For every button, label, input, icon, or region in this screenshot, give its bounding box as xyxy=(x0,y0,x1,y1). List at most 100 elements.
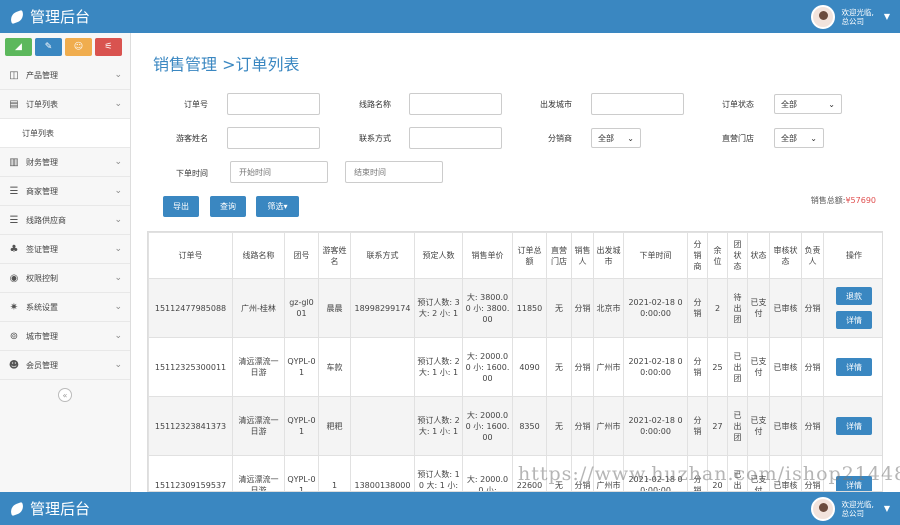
table-cell: 已审核 xyxy=(769,337,802,397)
contact-label: 联系方式 xyxy=(359,134,391,143)
sales-total: 销售总额:¥57690 xyxy=(811,195,876,206)
store-select[interactable]: 全部 ⌄ xyxy=(774,128,824,148)
chevron-down-icon: ⌄ xyxy=(114,186,122,196)
departure-city-input[interactable] xyxy=(591,93,684,115)
table-cell: 2021-02-18 00:00:00 xyxy=(623,396,688,456)
contact-input[interactable] xyxy=(409,127,502,149)
route-name-label: 线路名称 xyxy=(359,100,391,109)
end-time-input[interactable] xyxy=(345,161,443,183)
collapse-sidebar-icon[interactable]: « xyxy=(58,388,72,402)
table-cell: 11850 xyxy=(512,278,547,338)
footer-user-greeting-line1: 欢迎光临, xyxy=(841,499,874,509)
bottom-bar: 管理后台 欢迎光临, 总公司 ▼ xyxy=(0,492,900,525)
export-button[interactable]: 导出 xyxy=(163,196,199,217)
table-cell: 分销 xyxy=(801,337,824,397)
store-value: 全部 xyxy=(781,133,797,143)
select-arrow-icon: ⌄ xyxy=(810,133,817,143)
table-cell: 已支付 xyxy=(747,278,770,338)
guest-name-input[interactable] xyxy=(227,127,320,149)
sidebar-item-4[interactable]: ☰ 商家管理 ⌄ xyxy=(0,177,130,206)
caret-down-icon[interactable]: ▼ xyxy=(884,504,890,513)
table-cell: 已审核 xyxy=(769,278,802,338)
detail-button[interactable]: 详情 xyxy=(836,358,872,376)
sidebar-item-5[interactable]: ☰ 线路供应商 ⌄ xyxy=(0,206,130,235)
distributor-label: 分销商 xyxy=(548,134,572,143)
column-header: 线路名称 xyxy=(232,232,285,279)
column-header: 余位 xyxy=(707,232,728,279)
orders-table: 订单号 线路名称 团号 游客姓名 联系方式 预定人数 销售单价 订单总额 直营门店 销售人 出发城市… xyxy=(147,231,883,492)
column-header: 团号 xyxy=(284,232,319,279)
leaf-logo-icon xyxy=(8,501,26,516)
table-cell: 15112323841373 xyxy=(148,396,233,456)
distributor-select[interactable]: 全部 ⌄ xyxy=(591,128,641,148)
sidebar-item-1[interactable]: ▤ 订单列表 ⌄ xyxy=(0,90,130,119)
avatar xyxy=(811,496,836,521)
start-time-input[interactable] xyxy=(230,161,328,183)
list-icon: ☰ xyxy=(9,214,19,226)
user-greeting-line2: 总公司 xyxy=(841,16,864,26)
caret-down-icon[interactable]: ▼ xyxy=(884,12,890,21)
table-cell: 大: 3800.00 小: 3800.00 xyxy=(462,278,513,338)
detail-button[interactable]: 详情 xyxy=(836,311,872,329)
sidebar-item-7[interactable]: ◉ 权限控制 ⌄ xyxy=(0,264,130,293)
table-cell: 8350 xyxy=(512,396,547,456)
column-header: 出发城市 xyxy=(593,232,624,279)
table-cell: 无 xyxy=(546,396,572,456)
column-header: 直营门店 xyxy=(546,232,572,279)
sidebar-item-10[interactable]: ☻ 会员管理 ⌄ xyxy=(0,351,130,380)
order-status-value: 全部 xyxy=(781,99,797,109)
table-cell: 车款 xyxy=(318,337,351,397)
sidebar-item-label: 线路供应商 xyxy=(26,215,66,225)
chevron-down-icon: ⌄ xyxy=(114,331,122,341)
chart-icon[interactable]: ◢ xyxy=(5,38,32,56)
table-cell: 25 xyxy=(707,337,728,397)
store-label: 直营门店 xyxy=(722,134,754,143)
table-cell: 无 xyxy=(546,278,572,338)
table-cell: 18998299174 xyxy=(350,278,415,338)
order-no-input[interactable] xyxy=(227,93,320,115)
avatar xyxy=(811,4,836,29)
table-cell: 1 xyxy=(318,455,351,491)
table-cell: 已审核 xyxy=(769,396,802,456)
sidebar-item-label: 签证管理 xyxy=(26,244,58,254)
column-header: 负责人 xyxy=(801,232,824,279)
sidebar-item-3[interactable]: ▥ 财务管理 ⌄ xyxy=(0,148,130,177)
sidebar-item-label: 会员管理 xyxy=(26,360,58,370)
table-cell: QYPL-01 xyxy=(284,396,319,456)
user-menu[interactable]: 欢迎光临, 总公司 ▼ xyxy=(811,4,890,29)
pencil-icon[interactable]: ✎ xyxy=(35,38,62,56)
chevron-down-icon: ⌄ xyxy=(114,302,122,312)
order-status-select[interactable]: 全部 ⌄ xyxy=(774,94,842,114)
chevron-down-icon: ⌄ xyxy=(114,157,122,167)
footer-user-menu[interactable]: 欢迎光临, 总公司 ▼ xyxy=(811,496,890,521)
users-icon[interactable]: ☺ xyxy=(65,38,92,56)
table-cell: 清远漂流一日游 xyxy=(232,337,285,397)
brand[interactable]: 管理后台 xyxy=(8,6,90,27)
column-header: 分销商 xyxy=(687,232,708,279)
order-time-label: 下单时间 xyxy=(176,169,208,178)
refund-button[interactable]: 退款 xyxy=(836,287,872,305)
sidebar-subitem-2[interactable]: 订单列表 xyxy=(0,119,130,148)
table-cell: 已出团 xyxy=(727,396,748,456)
detail-button[interactable]: 详情 xyxy=(836,417,872,435)
sidebar-item-6[interactable]: ♣ 签证管理 ⌄ xyxy=(0,235,130,264)
footer-brand[interactable]: 管理后台 xyxy=(8,498,90,519)
sidebar-item-label: 产品管理 xyxy=(26,70,58,80)
table-cell: 2 xyxy=(707,278,728,338)
lock-icon: ◉ xyxy=(9,272,19,284)
table-cell: 分销 xyxy=(801,396,824,456)
column-header: 销售人 xyxy=(571,232,594,279)
sidebar-item-0[interactable]: ◫ 产品管理 ⌄ xyxy=(0,61,130,90)
gear-icon: ✷ xyxy=(9,301,19,313)
query-button[interactable]: 查询 xyxy=(210,196,246,217)
share-icon[interactable]: ⚟ xyxy=(95,38,122,56)
sidebar-item-8[interactable]: ✷ 系统设置 ⌄ xyxy=(0,293,130,322)
table-cell: 15112325300011 xyxy=(148,337,233,397)
column-header: 游客姓名 xyxy=(318,232,351,279)
select-arrow-icon: ⌄ xyxy=(627,133,634,143)
route-name-input[interactable] xyxy=(409,93,502,115)
user-greeting: 欢迎光临, 总公司 xyxy=(841,8,873,26)
sidebar: ◢ ✎ ☺ ⚟ ◫ 产品管理 ⌄ ▤ 订单列表 ⌄ 订单列表 ▥ 财务管理 ⌄ ☰ 商家管理 ⌄ ☰ 线路供应商 ⌄… xyxy=(0,33,131,492)
filter-button[interactable]: 筛选▾ xyxy=(256,196,299,217)
sidebar-item-9[interactable]: ⊚ 城市管理 ⌄ xyxy=(0,322,130,351)
